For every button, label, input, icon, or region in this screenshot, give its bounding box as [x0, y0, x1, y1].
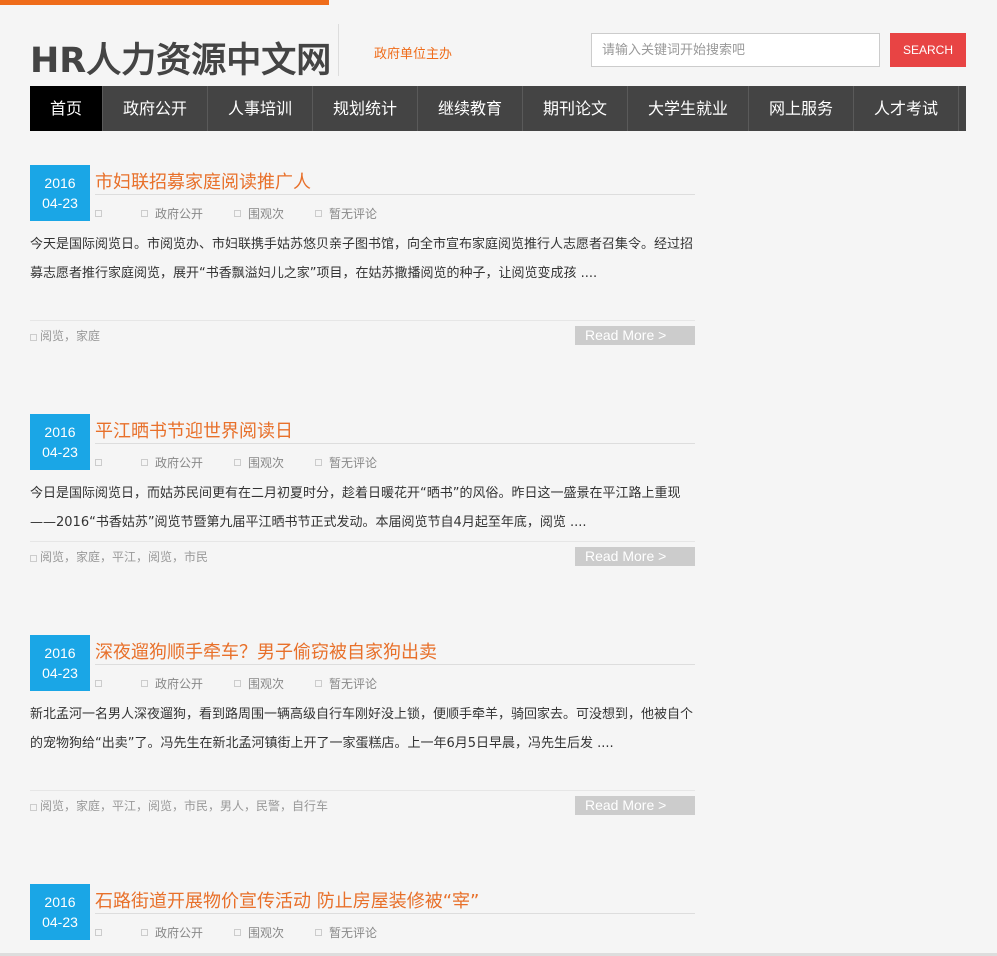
main-nav: 首页 政府公开 人事培训 规划统计 继续教育 期刊论文 大学生就业 网上服务 人…	[30, 86, 966, 131]
post-footer-divider	[30, 790, 695, 791]
post-excerpt: 今日是国际阅览日，而姑苏民间更有在二月初夏时分，趁着日暖花开“晒书”的风俗。昨日…	[30, 486, 681, 530]
header-divider	[338, 24, 339, 76]
title-divider	[95, 194, 695, 195]
post-title-link[interactable]: 石路街道开展物价宣传活动 防止房屋装修被“宰”	[95, 887, 479, 913]
title-divider	[95, 443, 695, 444]
tag-icon	[30, 555, 37, 562]
post-date: 04-23	[42, 444, 78, 460]
post-title-link[interactable]: 深夜遛狗顺手牵车？男子偷窃被自家狗出卖	[95, 638, 437, 664]
post-footer-divider	[30, 320, 695, 321]
category-icon	[141, 210, 148, 217]
post-meta: 政府公开 围观次 暂无评论	[95, 924, 377, 941]
site-header: HR人力资源中文网 政府单位主办 SEARCH	[30, 24, 966, 81]
nav-item-planning-stats[interactable]: 规划统计	[313, 86, 418, 131]
read-more-button[interactable]: Read More >	[575, 796, 695, 815]
tag-icon	[30, 334, 37, 341]
post-comments[interactable]: 暂无评论	[329, 207, 377, 221]
post-footer-divider	[30, 541, 695, 542]
post-title-link[interactable]: 平江晒书节迎世界阅读日	[95, 417, 293, 443]
post-title-link[interactable]: 市妇联招募家庭阅读推广人	[95, 168, 311, 194]
post-excerpt: 新北孟河一名男人深夜遛狗，看到路周围一辆高级自行车刚好没上锁，便顺手牵羊，骑回家…	[30, 707, 694, 751]
post-category[interactable]: 政府公开	[155, 456, 203, 470]
post-comments[interactable]: 暂无评论	[329, 456, 377, 470]
comments-icon	[315, 210, 322, 217]
nav-item-talent-exam[interactable]: 人才考试	[854, 86, 959, 131]
post-comments[interactable]: 暂无评论	[329, 926, 377, 940]
comments-icon	[315, 680, 322, 687]
post-year: 2016	[44, 175, 76, 191]
author-icon	[95, 210, 102, 217]
nav-item-continuing-edu[interactable]: 继续教育	[418, 86, 523, 131]
tag-icon	[30, 804, 37, 811]
category-icon	[141, 929, 148, 936]
views-icon	[234, 929, 241, 936]
post-date-badge: 2016 04-23	[30, 884, 90, 940]
post-comments[interactable]: 暂无评论	[329, 677, 377, 691]
post-tags: 阅览，家庭	[30, 327, 100, 344]
title-divider	[95, 913, 695, 914]
post-views: 围观次	[248, 207, 285, 221]
post-views: 围观次	[248, 926, 285, 940]
category-icon	[141, 459, 148, 466]
site-logo[interactable]: HR人力资源中文网	[30, 32, 331, 83]
read-more-button[interactable]: Read More >	[575, 547, 695, 566]
post-date: 04-23	[42, 665, 78, 681]
search-input[interactable]	[591, 33, 880, 67]
post-meta: 政府公开 围观次 暂无评论	[95, 675, 377, 692]
post-date: 04-23	[42, 914, 78, 930]
post-tags-text[interactable]: 阅览，家庭，平江，阅览，市民，男人，民警，自行车	[40, 799, 328, 813]
nav-item-journals[interactable]: 期刊论文	[523, 86, 628, 131]
read-more-button[interactable]: Read More >	[575, 326, 695, 345]
post-views: 围观次	[248, 456, 285, 470]
nav-item-home[interactable]: 首页	[30, 86, 103, 131]
category-icon	[141, 680, 148, 687]
post-year: 2016	[44, 645, 76, 661]
views-icon	[234, 210, 241, 217]
nav-item-gov-public[interactable]: 政府公开	[103, 86, 208, 131]
post-tags-text[interactable]: 阅览，家庭，平江，阅览，市民	[40, 550, 208, 564]
post-tags-text[interactable]: 阅览，家庭	[40, 329, 100, 343]
nav-item-graduate-jobs[interactable]: 大学生就业	[628, 86, 749, 131]
post-date-badge: 2016 04-23	[30, 165, 90, 221]
post-category[interactable]: 政府公开	[155, 677, 203, 691]
comments-icon	[315, 929, 322, 936]
post-date: 04-23	[42, 195, 78, 211]
post-category[interactable]: 政府公开	[155, 926, 203, 940]
author-icon	[95, 459, 102, 466]
comments-icon	[315, 459, 322, 466]
author-icon	[95, 680, 102, 687]
post-year: 2016	[44, 894, 76, 910]
post-tags: 阅览，家庭，平江，阅览，市民，男人，民警，自行车	[30, 797, 328, 814]
post-excerpt: 今天是国际阅览日。市阅览办、市妇联携手姑苏悠贝亲子图书馆，向全市宣布家庭阅览推行…	[30, 237, 694, 281]
post-tags: 阅览，家庭，平江，阅览，市民	[30, 548, 208, 565]
views-icon	[234, 680, 241, 687]
author-icon	[95, 929, 102, 936]
post-views: 围观次	[248, 677, 285, 691]
site-slogan: 政府单位主办	[374, 47, 453, 62]
views-icon	[234, 459, 241, 466]
post-date-badge: 2016 04-23	[30, 414, 90, 470]
nav-item-hr-training[interactable]: 人事培训	[208, 86, 313, 131]
post-meta: 政府公开 围观次 暂无评论	[95, 205, 377, 222]
title-divider	[95, 664, 695, 665]
post-year: 2016	[44, 424, 76, 440]
search-button[interactable]: SEARCH	[890, 33, 966, 67]
post-date-badge: 2016 04-23	[30, 635, 90, 691]
top-accent-bar	[0, 0, 329, 5]
post-category[interactable]: 政府公开	[155, 207, 203, 221]
post-meta: 政府公开 围观次 暂无评论	[95, 454, 377, 471]
nav-item-online-service[interactable]: 网上服务	[749, 86, 854, 131]
